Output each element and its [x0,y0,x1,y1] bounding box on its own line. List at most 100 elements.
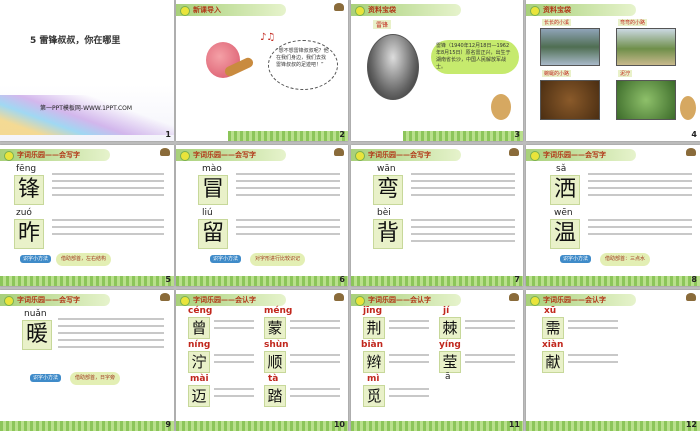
snail-icon [686,148,696,156]
text-lines [588,173,692,201]
snail-icon [160,293,170,301]
character-box: 觅 [363,385,385,407]
method-button[interactable]: 识字小方法 [560,255,592,263]
character-box: 曾 [188,317,210,339]
header-bar: 资料宝袋 [351,4,461,16]
character-box: 昨 [14,219,44,249]
slide-thumbnail-4[interactable]: 资料宝袋 长长的小溪 弯弯的小路 蜿蜒的小路 泥泞 4 [526,0,700,141]
slide-thumbnail-8[interactable]: 字词乐园——会写字 sǎ 洒 wēn 温 识字小方法 借助部首：三点水 8 [526,145,700,286]
slide-thumbnail-5[interactable]: 字词乐园——会写字 fēng 锋 zuó 昨 识字小方法 借助部首，左右结构 5 [0,145,174,286]
character-box: 莹 [439,351,461,373]
header-bar: 字词乐园——会写字 [0,149,110,161]
pinyin: zuó [16,208,32,218]
slide-thumbnail-11[interactable]: 字词乐园——会认字 jīng 荆 biàn 辫 mì 觅 jí 棘 yíng 莹… [351,290,523,431]
pinyin: céng [188,306,213,316]
header-title: 资料宝袋 [543,6,571,14]
character-box: 弯 [373,175,403,205]
slide-thumbnail-12[interactable]: 字词乐园——会认字 xū 需 xiàn 献 12 [526,290,700,431]
slide-number: 5 [165,275,171,284]
method-button[interactable]: 识字小方法 [30,374,62,382]
slide-thumbnail-10[interactable]: 字词乐园——会认字 céng 曾 níng 泞 mài 迈 méng 蒙 shù… [176,290,348,431]
method-button[interactable]: 识字小方法 [20,255,52,263]
slide-thumbnail-2[interactable]: 新课导入 ♪♫ “想不想雷锋叔叔呢？他在我们身边，我们去找雷锋叔叔的足迹吧！” … [176,0,348,141]
slide-thumbnail-7[interactable]: 字词乐园——会写字 wān 弯 bèi 背 7 [351,145,523,286]
text-lines [389,388,429,402]
text-lines [290,320,340,334]
quote-text: “想不想雷锋叔叔呢？他在我们身边，我们去找雷锋叔叔的足迹吧！” [276,48,329,68]
grass-decoration [351,421,523,431]
text-lines [389,354,429,368]
character-box: 留 [198,219,228,249]
pinyin: xū [544,306,557,316]
header-bar: 新课导入 [176,4,286,16]
character-box: 背 [373,219,403,249]
header-bar: 字词乐园——会认字 [526,294,636,306]
text-lines [568,320,618,334]
leaves-photo [616,80,676,120]
slide-number: 7 [514,275,520,284]
character-box: 献 [542,351,564,373]
tip-bubble: 借助部首，左右结构 [56,253,112,266]
method-button[interactable]: 识字小方法 [210,255,242,263]
text-lines [568,354,618,368]
character-box: 需 [542,317,564,339]
grass-decoration [176,276,348,286]
stream-photo [540,28,600,66]
portrait-photo [367,34,419,100]
header-title: 字词乐园——会写字 [17,151,80,159]
slide-thumbnail-3[interactable]: 资料宝袋 雷锋 雷锋（1940年12月18日—1962年8月15日）原名雷正兴，… [351,0,523,141]
grass-decoration [176,421,348,431]
mud-photo [540,80,600,120]
character-box: 洒 [550,175,580,205]
slide-thumbnail-1[interactable]: 5 雷锋叔叔，你在哪里 第一PPT模板网-WWW.1PPT.COM 1 [0,0,174,141]
text-lines [236,219,340,240]
slide-number: 2 [339,130,345,139]
footer-text: 第一PPT模板网-WWW.1PPT.COM [40,105,133,112]
pinyin-extra: ā [445,372,451,382]
pinyin: méng [264,306,293,316]
character-box: 迈 [188,385,210,407]
character-box: 荆 [363,317,385,339]
caption-3: 蜿蜒的小路 [542,70,572,77]
text-lines [52,173,164,201]
snail-icon [160,148,170,156]
header-bar: 字词乐园——会写字 [176,149,286,161]
pinyin: biàn [361,340,384,350]
header-title: 字词乐园——会写字 [17,296,80,304]
name-label: 雷锋 [373,20,392,29]
header-title: 字词乐园——会写字 [543,151,606,159]
pinyin: sǎ [556,164,567,174]
pinyin: tà [268,374,279,384]
tip-bubble: 借助部首：三点水 [600,253,651,266]
pinyin: bèi [377,208,391,218]
grass-decoration [227,131,348,141]
slide-thumbnail-6[interactable]: 字词乐园——会写字 mào 冒 liú 留 识字小方法 对字形进行比较识记 6 [176,145,348,286]
pinyin: mài [190,374,209,384]
pinyin: mì [367,374,380,384]
snail-icon [334,148,344,156]
tip-bubble: 对字形进行比较识记 [250,253,306,266]
snail-icon [334,3,344,11]
caption-1: 长长的小溪 [542,19,572,26]
text-lines [465,320,515,334]
character-box: 锋 [14,175,44,205]
snail-icon [686,293,696,301]
header-title: 字词乐园——会认字 [368,296,431,304]
text-lines [58,318,164,353]
slide-number: 10 [333,420,345,429]
header-bar: 字词乐园——会写字 [0,294,110,306]
character-box: 踏 [264,385,286,407]
text-lines [465,354,515,368]
caption-4: 泥泞 [618,70,633,77]
header-bar: 字词乐园——会认字 [351,294,461,306]
pinyin: yíng [439,340,461,350]
title: 5 雷锋叔叔，你在哪里 [30,36,121,46]
pinyin: wēn [554,208,573,218]
slide-thumbnail-9[interactable]: 字词乐园——会写字 nuǎn 暖 识字小方法 借助部首，日字旁 9 [0,290,174,431]
pinyin: níng [188,340,211,350]
character-box: 蒙 [264,317,286,339]
potato-character [680,96,696,120]
text-lines [588,219,692,240]
character-box: 棘 [439,317,461,339]
slide-number: 9 [165,420,171,429]
